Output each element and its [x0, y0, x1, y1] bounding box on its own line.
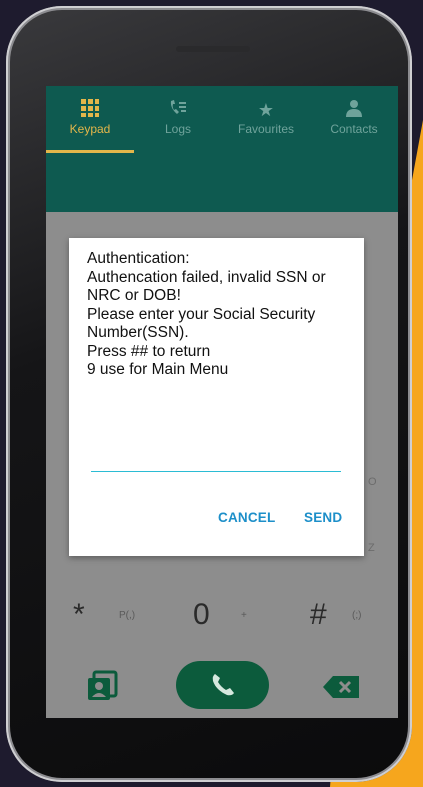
zero-key-sub: +	[241, 610, 247, 621]
send-button[interactable]: SEND	[304, 510, 342, 525]
tab-logs[interactable]: Logs	[134, 98, 222, 154]
video-call-icon[interactable]	[86, 670, 120, 707]
tab-contacts-label: Contacts	[330, 122, 378, 136]
phone-icon	[212, 674, 234, 696]
tab-favourites[interactable]: ★ Favourites	[222, 98, 310, 154]
call-button[interactable]	[176, 661, 269, 709]
backspace-icon[interactable]	[323, 676, 359, 703]
tab-logs-label: Logs	[164, 122, 192, 136]
keypad-ghost-letter: O	[368, 476, 377, 488]
dialog-input-field[interactable]	[91, 471, 341, 472]
keypad-ghost-letter: Z	[368, 542, 375, 554]
zero-key[interactable]: 0	[193, 598, 210, 632]
hash-key-sub: (;)	[352, 610, 362, 621]
dialog-message: Authentication: Authencation failed, inv…	[87, 250, 326, 378]
keypad-icon	[46, 98, 134, 122]
cancel-button[interactable]: CANCEL	[218, 510, 275, 525]
star-icon: ★	[257, 100, 275, 120]
active-tab-indicator	[46, 150, 134, 153]
authentication-dialog: Authentication: Authencation failed, inv…	[69, 238, 364, 556]
tab-keypad[interactable]: Keypad	[46, 98, 134, 154]
tab-favourites-label: Favourites	[237, 122, 295, 136]
star-key-sub: P(,)	[119, 610, 136, 621]
dialer-app-bar: Keypad Logs ★ Favourites Contacts	[46, 86, 398, 212]
phone-speaker	[176, 46, 250, 52]
tab-keypad-label: Keypad	[69, 122, 111, 136]
hash-key[interactable]: #	[310, 598, 327, 632]
logs-icon	[134, 98, 222, 122]
tab-contacts[interactable]: Contacts	[310, 98, 398, 154]
star-key[interactable]: *	[73, 598, 85, 632]
contact-icon	[310, 98, 398, 122]
